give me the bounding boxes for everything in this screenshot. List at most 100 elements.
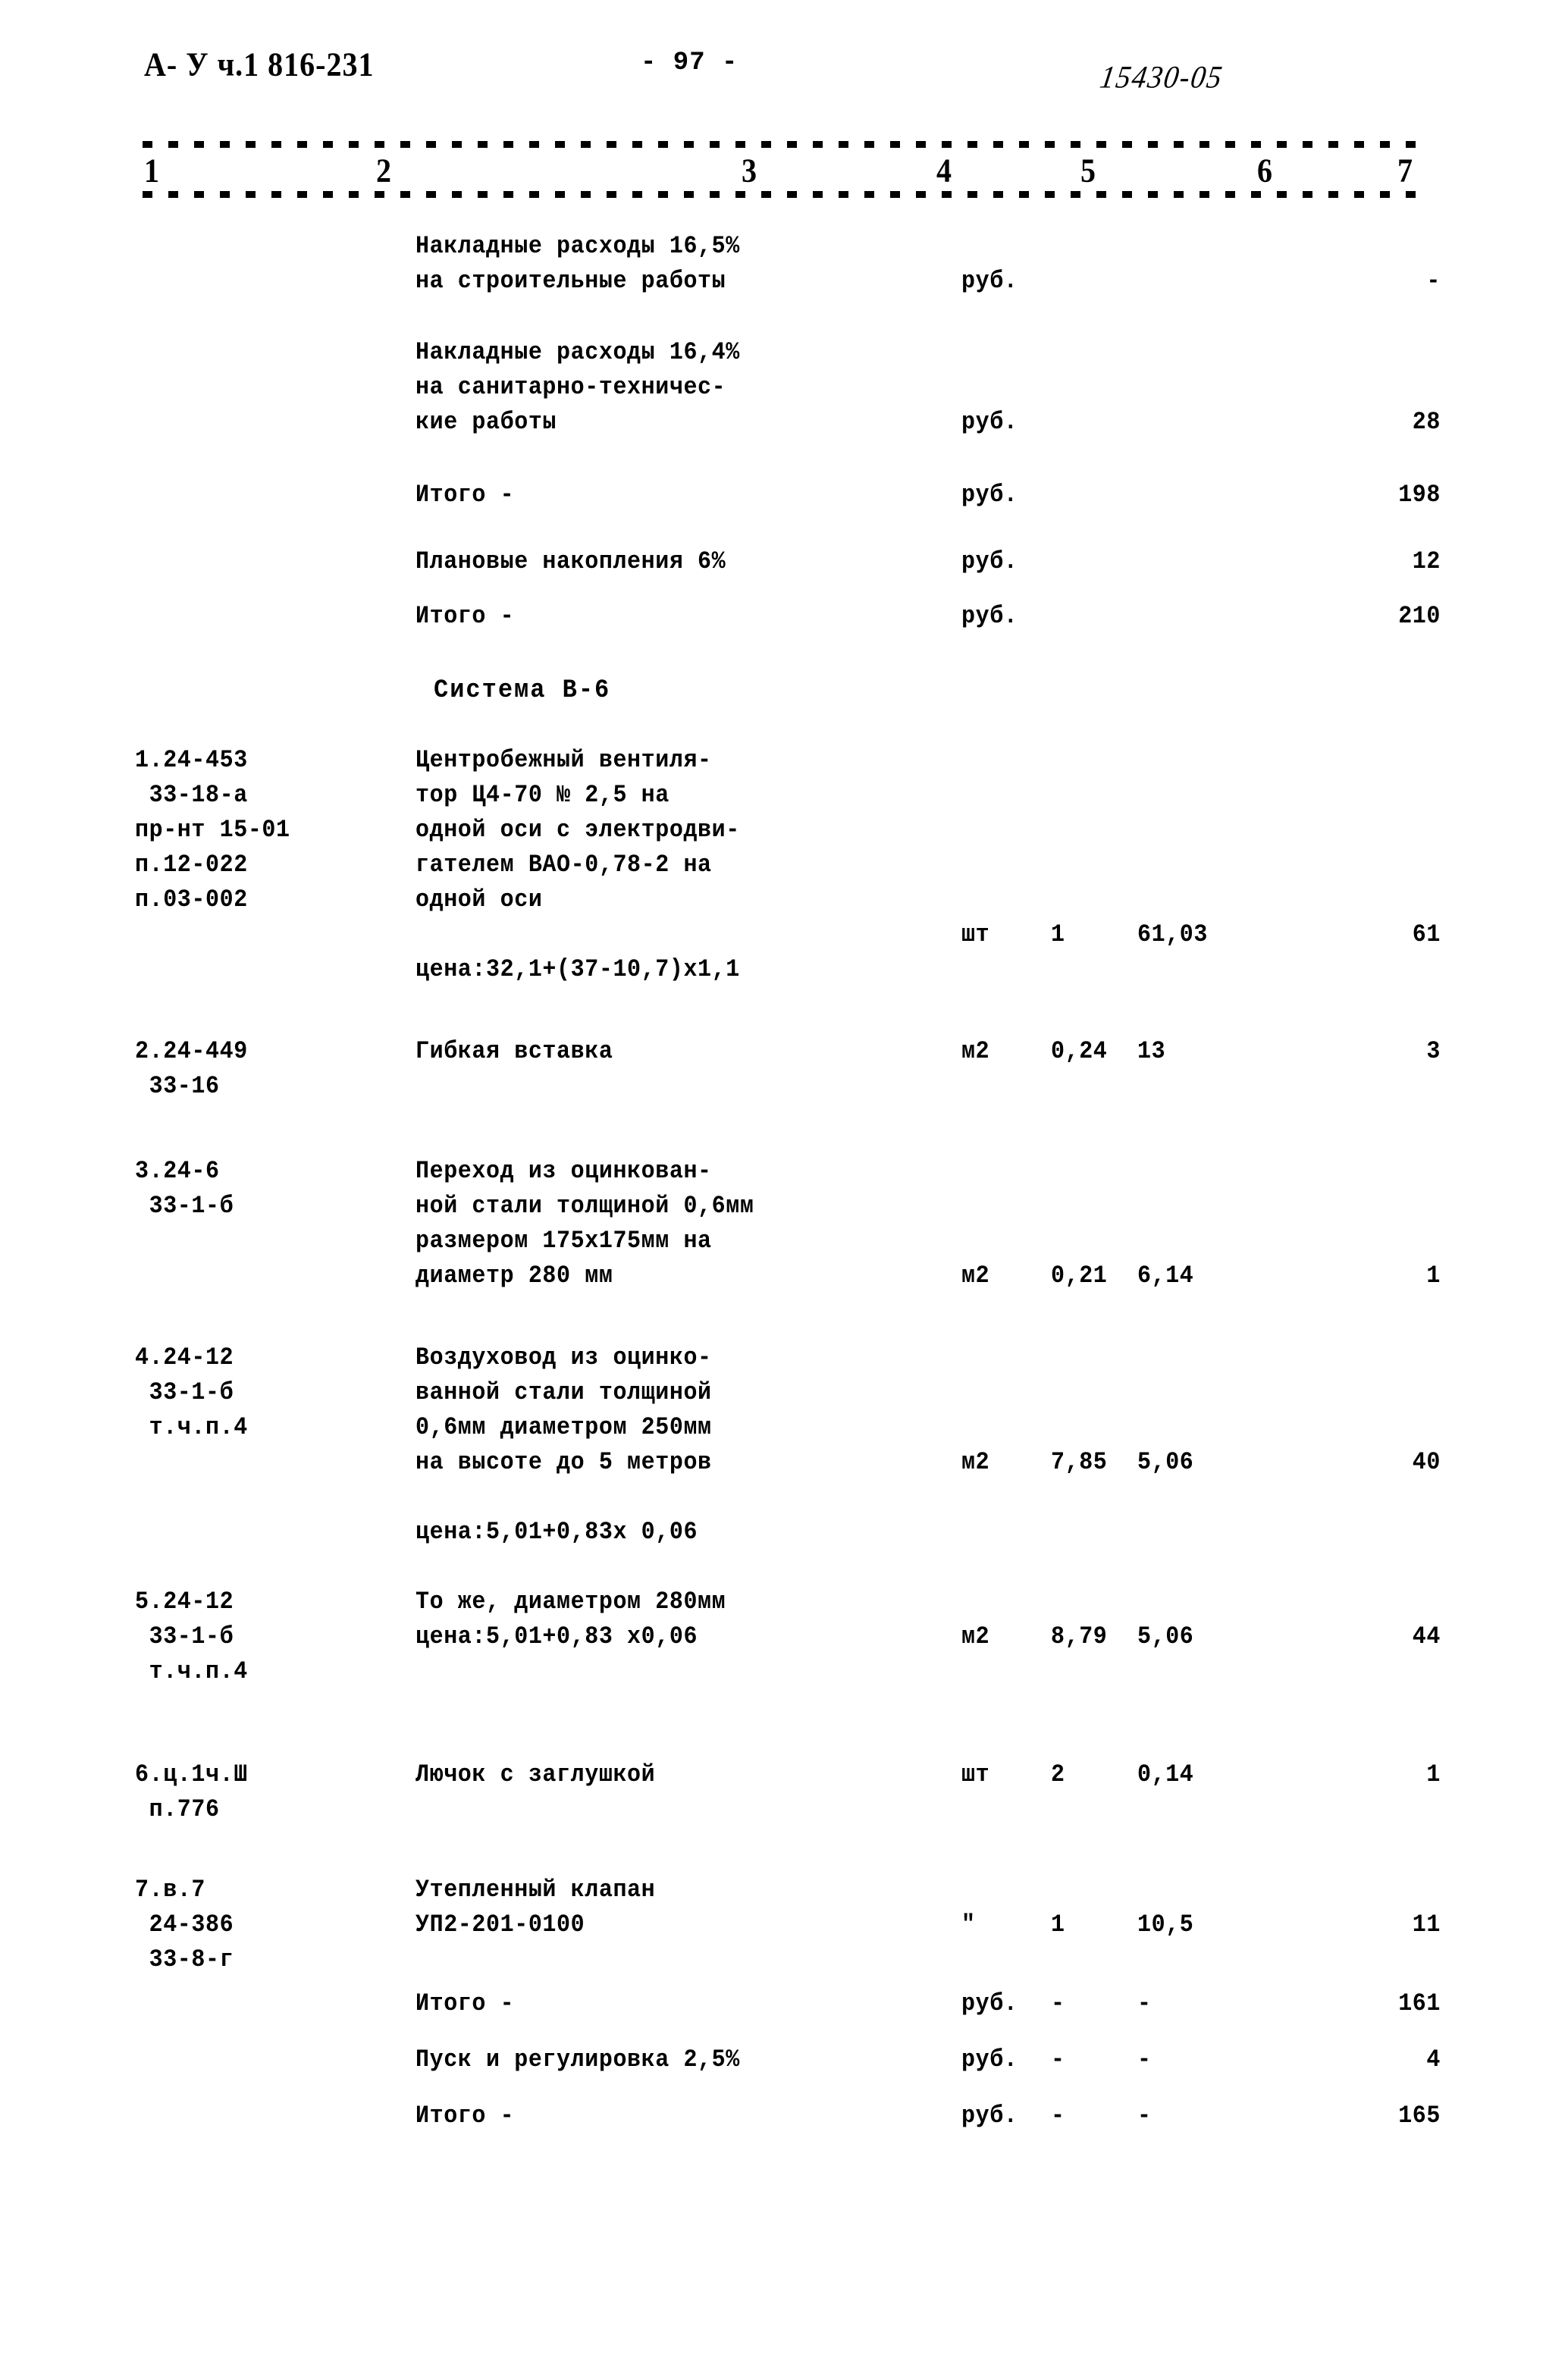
row-price-formula: цена:5,01+0,83х 0,06 xyxy=(416,1519,698,1547)
row-code: т.ч.п.4 xyxy=(135,1658,248,1686)
row-description: Центробежный вентиля- xyxy=(416,747,712,775)
row-code: 7.в.7 xyxy=(135,1876,206,1904)
row-unit: руб. xyxy=(961,1990,1018,2018)
row-code: пр-нт 15-01 xyxy=(135,817,290,845)
row-unit-price: 5,06 xyxy=(1137,1449,1194,1477)
row-code: 33-16 xyxy=(135,1073,220,1101)
row-total: 210 xyxy=(1398,603,1441,631)
row-unit: м2 xyxy=(961,1038,990,1066)
row-unit-price: 6,14 xyxy=(1137,1262,1194,1290)
row-unit: руб. xyxy=(961,2046,1018,2074)
row-code: 33-1-б xyxy=(135,1379,234,1407)
row-unit: м2 xyxy=(961,1449,990,1477)
row-price-formula: цена:32,1+(37-10,7)х1,1 xyxy=(416,956,740,984)
row-description: цена:5,01+0,83 х0,06 xyxy=(416,1623,698,1651)
row-unit-price: 61,03 xyxy=(1137,921,1209,949)
document-page: А- У ч.1 816-231 - 97 - 15430-05 1 2 3 4… xyxy=(0,0,1568,2373)
row-description: ванной стали толщиной xyxy=(416,1379,712,1407)
row-code: п.03-002 xyxy=(135,886,248,914)
row-code: п.12-022 xyxy=(135,851,248,879)
row-unit-price: 10,5 xyxy=(1137,1911,1194,1939)
row-code: п.776 xyxy=(135,1796,220,1824)
row-description: одной оси с электродви- xyxy=(416,817,740,845)
row-unit: " xyxy=(961,1911,976,1939)
row-quantity: 1 xyxy=(1051,921,1065,949)
row-code: 5.24-12 xyxy=(135,1588,234,1616)
row-quantity: - xyxy=(1051,2046,1065,2074)
row-code: 2.24-449 xyxy=(135,1038,248,1066)
row-description: 0,6мм диаметром 250мм xyxy=(416,1414,712,1442)
row-total: 44 xyxy=(1412,1623,1441,1651)
row-unit-price: 0,14 xyxy=(1137,1761,1194,1789)
row-code: 33-18-а xyxy=(135,782,248,810)
row-total: 28 xyxy=(1412,409,1441,437)
row-total: 12 xyxy=(1412,548,1441,576)
row-total: 161 xyxy=(1398,1990,1441,2018)
row-description: Лючок с заглушкой xyxy=(416,1761,656,1789)
row-description: Переход из оцинкован- xyxy=(416,1158,712,1186)
row-unit: шт xyxy=(961,1761,990,1789)
row-unit: руб. xyxy=(961,481,1018,509)
row-description: Гибкая вставка xyxy=(416,1038,613,1066)
row-unit-price: 5,06 xyxy=(1137,1623,1194,1651)
row-total: 198 xyxy=(1398,481,1441,509)
row-description: Воздуховод из оцинко- xyxy=(416,1344,712,1372)
row-description: размером 175х175мм на xyxy=(416,1227,712,1255)
row-description: То же, диаметром 280мм xyxy=(416,1588,726,1616)
row-code: 4.24-12 xyxy=(135,1344,234,1372)
row-unit-price: 13 xyxy=(1137,1038,1166,1066)
row-description: одной оси xyxy=(416,886,543,914)
row-total: 3 xyxy=(1426,1038,1441,1066)
row-description: Итого - xyxy=(416,481,515,509)
row-quantity: 8,79 xyxy=(1051,1623,1108,1651)
row-unit: руб. xyxy=(961,268,1018,296)
row-code: 3.24-6 xyxy=(135,1158,220,1186)
row-quantity: - xyxy=(1051,1990,1065,2018)
row-code: 33-8-г xyxy=(135,1946,234,1974)
row-code: 33-1-б xyxy=(135,1193,234,1221)
row-code: 1.24-453 xyxy=(135,747,248,775)
row-quantity: - xyxy=(1051,2102,1065,2130)
row-description: Итого - xyxy=(416,2102,515,2130)
row-description: Итого - xyxy=(416,1990,515,2018)
row-unit: м2 xyxy=(961,1623,990,1651)
row-code: 6.ц.1ч.Ш xyxy=(135,1761,248,1789)
row-code: т.ч.п.4 xyxy=(135,1414,248,1442)
row-description: диаметр 280 мм xyxy=(416,1262,613,1290)
row-total: 4 xyxy=(1426,2046,1441,2074)
row-total: 11 xyxy=(1412,1911,1441,1939)
row-unit: руб. xyxy=(961,603,1018,631)
row-description: Накладные расходы 16,4% xyxy=(416,339,740,367)
section-title: Система В-6 xyxy=(434,675,611,705)
row-total: 40 xyxy=(1412,1449,1441,1477)
row-code: 24-386 xyxy=(135,1911,234,1939)
row-total: 1 xyxy=(1426,1262,1441,1290)
row-description: кие работы xyxy=(416,409,557,437)
row-unit-price: - xyxy=(1137,2102,1152,2130)
row-total: 1 xyxy=(1426,1761,1441,1789)
row-total: - xyxy=(1426,268,1441,296)
row-description: тор Ц4-70 № 2,5 на xyxy=(416,782,670,810)
row-description: Накладные расходы 16,5% xyxy=(416,233,740,261)
estimate-table-body: Система В-6 Накладные расходы 16,5% на стр… xyxy=(0,0,1568,2373)
row-unit: шт xyxy=(961,921,990,949)
row-code: 33-1-б xyxy=(135,1623,234,1651)
row-description: ной стали толщиной 0,6мм xyxy=(416,1193,754,1221)
row-description: Утепленный клапан xyxy=(416,1876,656,1904)
row-quantity: 2 xyxy=(1051,1761,1065,1789)
row-unit-price: - xyxy=(1137,1990,1152,2018)
row-description: Итого - xyxy=(416,603,515,631)
row-unit-price: - xyxy=(1137,2046,1152,2074)
row-total: 165 xyxy=(1398,2102,1441,2130)
row-description: УП2-201-0100 xyxy=(416,1911,585,1939)
row-quantity: 0,24 xyxy=(1051,1038,1108,1066)
row-quantity: 0,21 xyxy=(1051,1262,1108,1290)
row-description: на высоте до 5 метров xyxy=(416,1449,712,1477)
row-description: Пуск и регулировка 2,5% xyxy=(416,2046,740,2074)
row-unit: м2 xyxy=(961,1262,990,1290)
row-quantity: 7,85 xyxy=(1051,1449,1108,1477)
row-total: 61 xyxy=(1412,921,1441,949)
row-unit: руб. xyxy=(961,2102,1018,2130)
row-description: на строительные работы xyxy=(416,268,726,296)
row-unit: руб. xyxy=(961,409,1018,437)
